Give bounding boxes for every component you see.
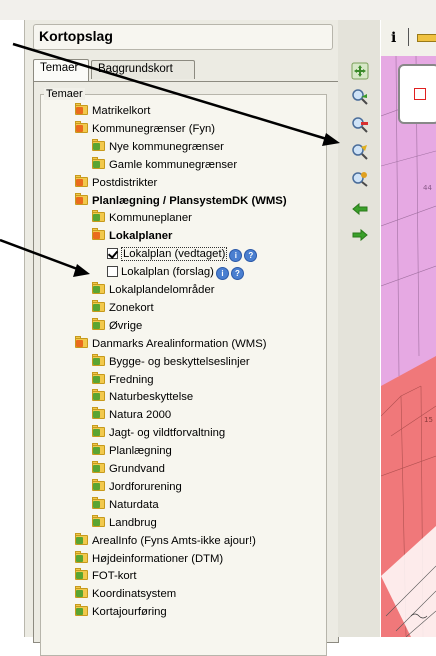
arrowhead-map <box>322 133 340 146</box>
callout-arrow-layer <box>0 238 81 272</box>
arrowhead-layer <box>73 264 90 277</box>
callout-arrows <box>0 42 340 277</box>
callout-arrow-map <box>12 42 331 142</box>
